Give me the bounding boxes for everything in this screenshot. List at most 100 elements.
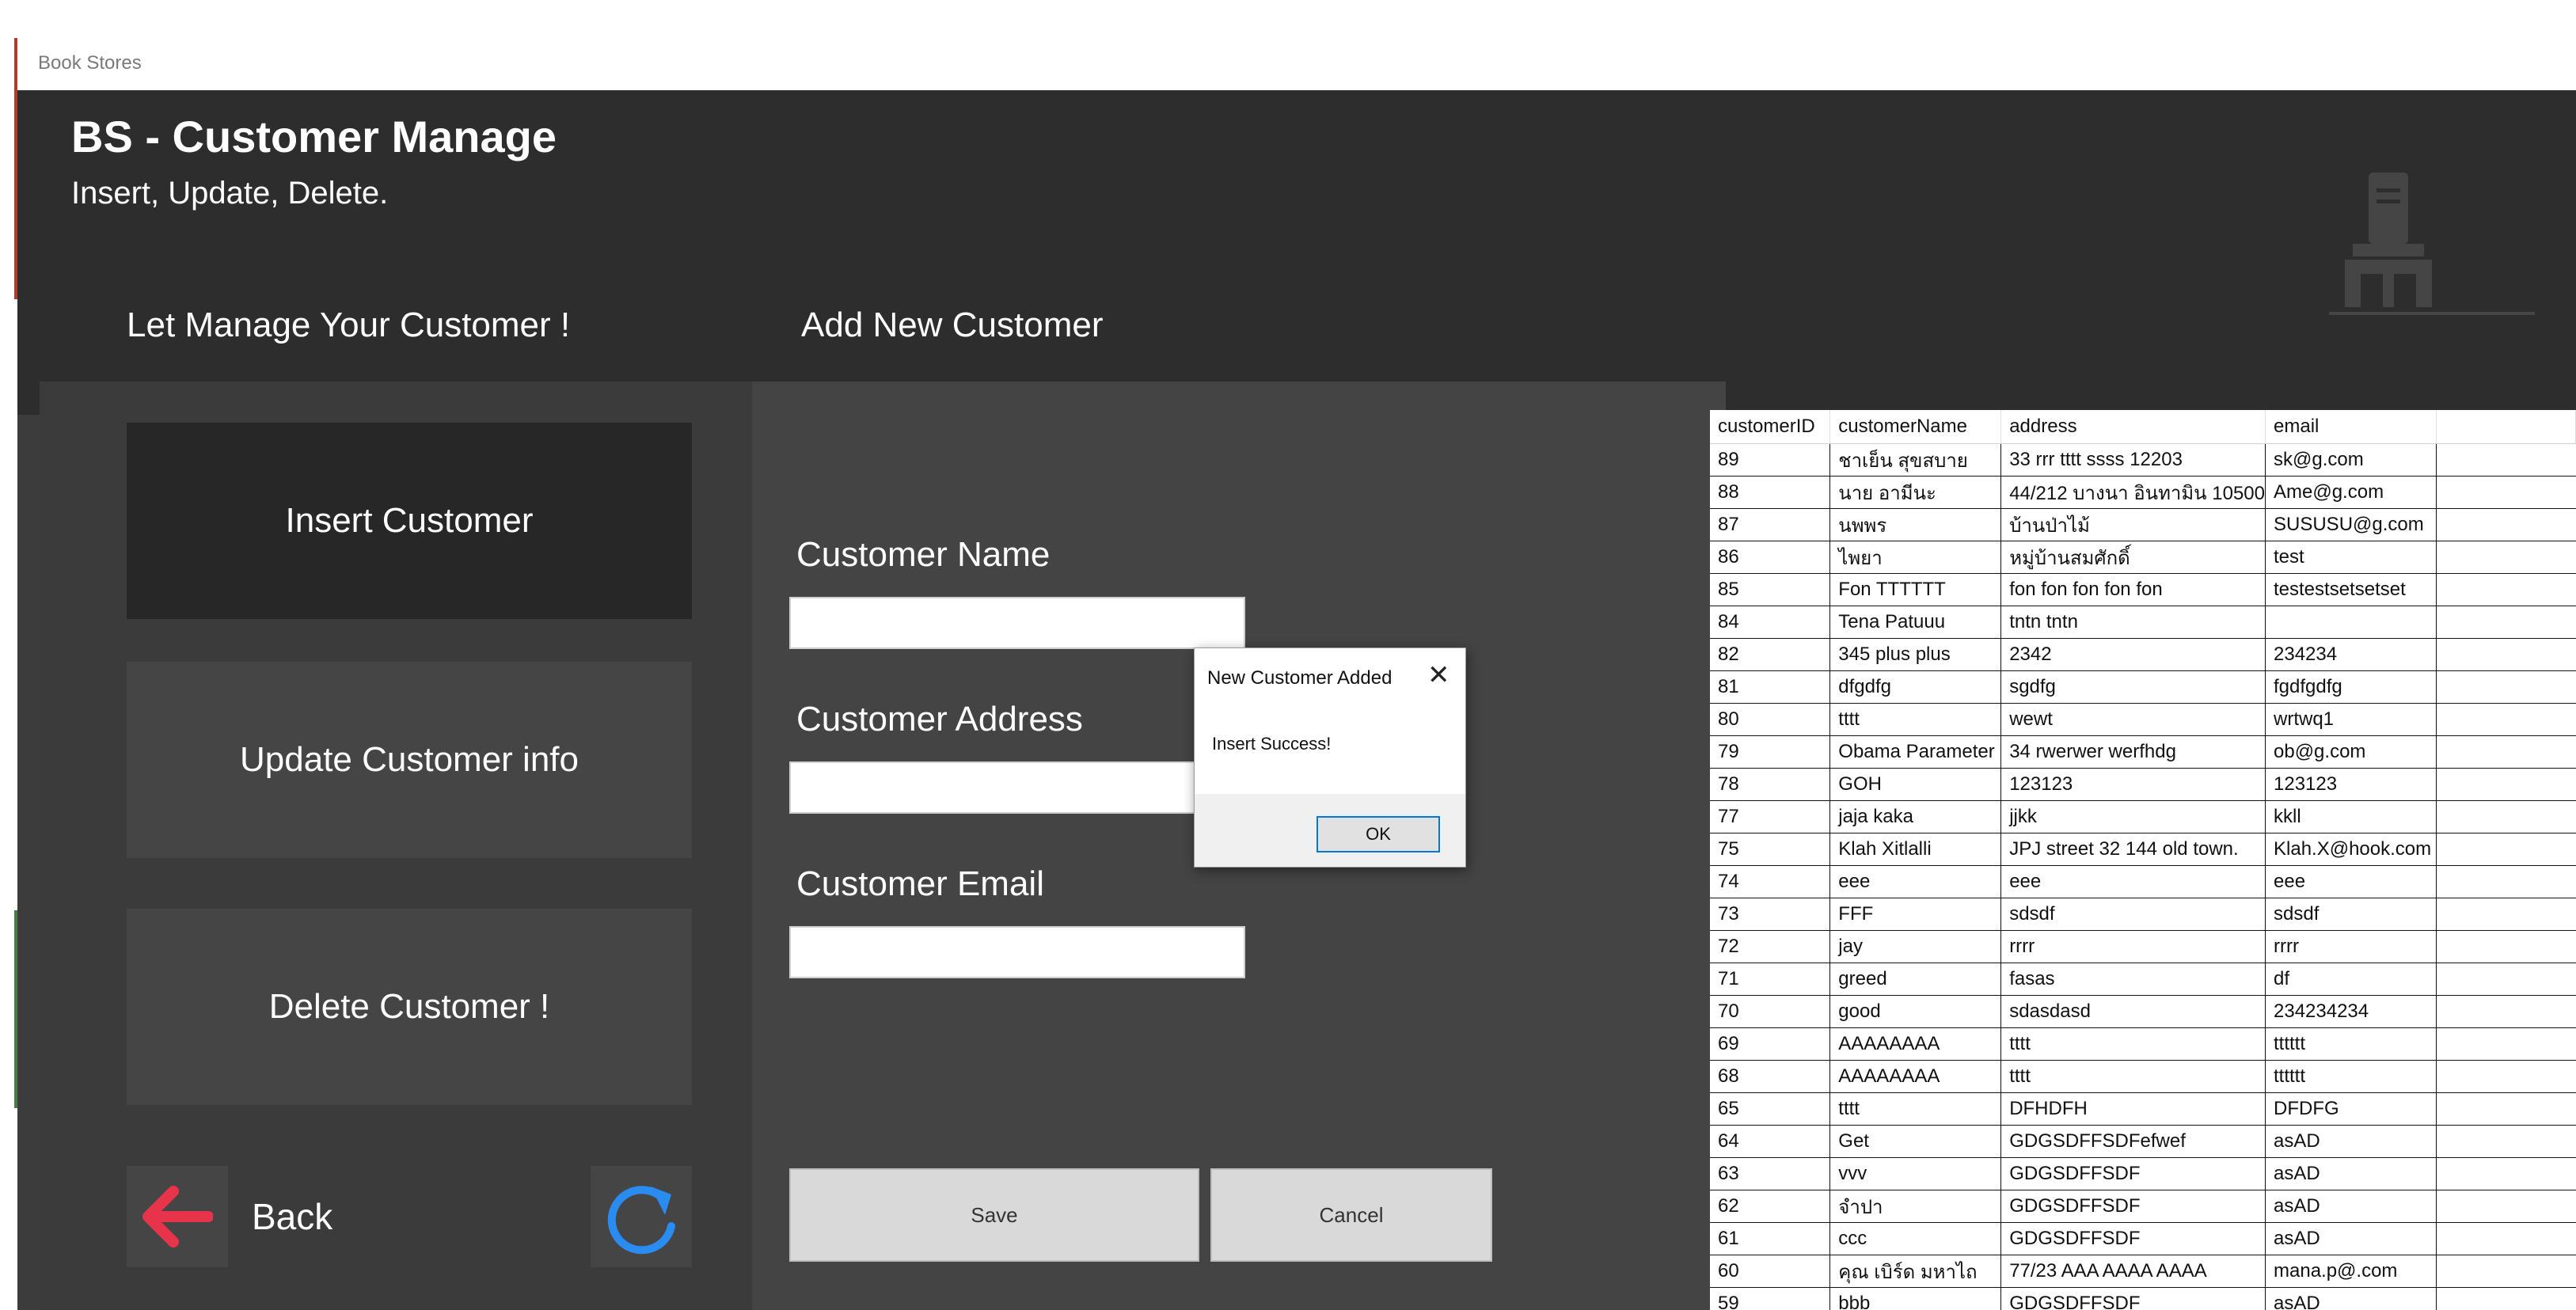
cell-address[interactable]: 123123 <box>2000 768 2266 801</box>
column-header-address[interactable]: address <box>2000 410 2266 444</box>
cell-customerid[interactable]: 89 <box>1710 443 1831 477</box>
cell-address[interactable]: JPJ street 32 144 old town. <box>2000 833 2266 866</box>
cell-customerid[interactable]: 87 <box>1710 508 1831 541</box>
cell-customername[interactable]: Tena Patuuu <box>1829 606 2002 639</box>
cell-customerid[interactable]: 61 <box>1710 1222 1831 1255</box>
cell-address[interactable]: sgdfg <box>2000 670 2266 704</box>
table-row[interactable]: 71 greed fasas df <box>1710 963 2576 996</box>
cell-customername[interactable]: greed <box>1829 963 2002 996</box>
cell-email[interactable]: rrrr <box>2265 930 2437 963</box>
cell-customername[interactable]: FFF <box>1829 898 2002 931</box>
column-header-customername[interactable]: customerName <box>1829 410 2002 444</box>
cell-address[interactable]: DFHDFH <box>2000 1092 2266 1126</box>
cell-address[interactable]: GDGSDFFSDFefwef <box>2000 1125 2266 1158</box>
table-row[interactable]: 72 jay rrrr rrrr <box>1710 930 2576 963</box>
cell-customerid[interactable]: 84 <box>1710 606 1831 639</box>
cell-customername[interactable]: AAAAAAAA <box>1829 1060 2002 1093</box>
cell-address[interactable]: sdsdf <box>2000 898 2266 931</box>
cell-customername[interactable]: jay <box>1829 930 2002 963</box>
table-row[interactable]: 69 AAAAAAAA tttt tttttt <box>1710 1027 2576 1061</box>
cell-address[interactable]: eee <box>2000 865 2266 898</box>
table-row[interactable]: 78 GOH 123123 123123 <box>1710 768 2576 801</box>
cell-customerid[interactable]: 70 <box>1710 995 1831 1028</box>
cell-customername[interactable]: ccc <box>1829 1222 2002 1255</box>
table-row[interactable]: 84 Tena Patuuu tntn tntn <box>1710 606 2576 639</box>
cell-address[interactable]: GDGSDFFSDF <box>2000 1287 2266 1310</box>
cell-address[interactable]: 33 rrr tttt ssss 12203 <box>2000 443 2266 477</box>
table-row[interactable]: 86 ไพยา หมู่บ้านสมศักดิ์ test <box>1710 541 2576 574</box>
save-button[interactable]: Save <box>789 1168 1199 1262</box>
update-customer-button[interactable]: Update Customer info <box>127 662 692 858</box>
title-bar[interactable]: Book Stores <box>17 38 2576 91</box>
cell-address[interactable]: tttt <box>2000 1060 2266 1093</box>
table-row[interactable]: 70 good sdasdasd 234234234 <box>1710 995 2576 1028</box>
cell-address[interactable]: GDGSDFFSDF <box>2000 1157 2266 1190</box>
cell-customername[interactable]: Obama Parameter <box>1829 735 2002 769</box>
cell-customername[interactable]: tttt <box>1829 703 2002 736</box>
table-row[interactable]: 68 AAAAAAAA tttt tttttt <box>1710 1060 2576 1093</box>
cell-email[interactable]: mana.p@.com <box>2265 1255 2437 1288</box>
cell-email[interactable]: Ame@g.com <box>2265 476 2437 509</box>
cell-customerid[interactable]: 65 <box>1710 1092 1831 1126</box>
cell-email[interactable]: tttttt <box>2265 1027 2437 1061</box>
cell-email[interactable]: asAD <box>2265 1157 2437 1190</box>
cell-address[interactable]: หมู่บ้านสมศักดิ์ <box>2000 541 2266 574</box>
table-row[interactable]: 64 Get GDGSDFFSDFefwef asAD <box>1710 1125 2576 1158</box>
cell-customerid[interactable]: 60 <box>1710 1255 1831 1288</box>
cell-email[interactable]: DFDFG <box>2265 1092 2437 1126</box>
cancel-button[interactable]: Cancel <box>1210 1168 1492 1262</box>
table-row[interactable]: 80 tttt wewt wrtwq1 <box>1710 703 2576 736</box>
table-row[interactable]: 63 vvv GDGSDFFSDF asAD <box>1710 1157 2576 1190</box>
cell-address[interactable]: บ้านป่าไม้ <box>2000 508 2266 541</box>
close-icon[interactable]: ✕ <box>1427 659 1450 691</box>
cell-customerid[interactable]: 64 <box>1710 1125 1831 1158</box>
table-row[interactable]: 79 Obama Parameter 34 rwerwer werfhdg ob@g.… <box>1710 735 2576 769</box>
cell-customerid[interactable]: 77 <box>1710 800 1831 833</box>
table-row[interactable]: 85 Fon TTTTTT fon fon fon fon fon testestse… <box>1710 573 2576 606</box>
column-header-email[interactable]: email <box>2265 410 2437 444</box>
back-button[interactable]: Back <box>127 1166 364 1267</box>
cell-address[interactable]: 34 rwerwer werfhdg <box>2000 735 2266 769</box>
cell-customerid[interactable]: 79 <box>1710 735 1831 769</box>
cell-customername[interactable]: Fon TTTTTT <box>1829 573 2002 606</box>
cell-customerid[interactable]: 59 <box>1710 1287 1831 1310</box>
cell-customerid[interactable]: 73 <box>1710 898 1831 931</box>
cell-address[interactable]: GDGSDFFSDF <box>2000 1222 2266 1255</box>
cell-email[interactable] <box>2265 606 2437 639</box>
cell-email[interactable]: 234234 <box>2265 638 2437 671</box>
cell-customername[interactable]: 345 plus plus <box>1829 638 2002 671</box>
cell-customername[interactable]: eee <box>1829 865 2002 898</box>
cell-customername[interactable]: tttt <box>1829 1092 2002 1126</box>
cell-email[interactable]: tttttt <box>2265 1060 2437 1093</box>
cell-customername[interactable]: Get <box>1829 1125 2002 1158</box>
customer-address-input[interactable] <box>789 761 1245 814</box>
customer-grid[interactable]: customerID customerName address email 89… <box>1710 410 2576 1310</box>
cell-address[interactable]: tntn tntn <box>2000 606 2266 639</box>
cell-address[interactable]: fasas <box>2000 963 2266 996</box>
cell-email[interactable]: kkll <box>2265 800 2437 833</box>
cell-email[interactable]: fgdfgdfg <box>2265 670 2437 704</box>
cell-customerid[interactable]: 71 <box>1710 963 1831 996</box>
cell-customername[interactable]: จำปา <box>1829 1190 2002 1223</box>
cell-address[interactable]: 2342 <box>2000 638 2266 671</box>
table-row[interactable]: 65 tttt DFHDFH DFDFG <box>1710 1092 2576 1126</box>
table-row[interactable]: 73 FFF sdsdf sdsdf <box>1710 898 2576 931</box>
cell-customername[interactable]: คุณ เบิร์ด มหาไถ <box>1829 1255 2002 1288</box>
refresh-button[interactable] <box>591 1166 692 1267</box>
cell-customername[interactable]: นาย อามีนะ <box>1829 476 2002 509</box>
cell-address[interactable]: GDGSDFFSDF <box>2000 1190 2266 1223</box>
cell-customerid[interactable]: 81 <box>1710 670 1831 704</box>
cell-customerid[interactable]: 63 <box>1710 1157 1831 1190</box>
table-row[interactable]: 89 ชาเย็น สุขสบาย 33 rrr tttt ssss 12203 sk… <box>1710 443 2576 477</box>
ok-button[interactable]: OK <box>1316 816 1440 852</box>
table-row[interactable]: 62 จำปา GDGSDFFSDF asAD <box>1710 1190 2576 1223</box>
cell-customername[interactable]: AAAAAAAA <box>1829 1027 2002 1061</box>
cell-customername[interactable]: GOH <box>1829 768 2002 801</box>
cell-address[interactable]: sdasdasd <box>2000 995 2266 1028</box>
cell-customerid[interactable]: 88 <box>1710 476 1831 509</box>
cell-customername[interactable]: good <box>1829 995 2002 1028</box>
cell-customerid[interactable]: 75 <box>1710 833 1831 866</box>
cell-email[interactable]: sk@g.com <box>2265 443 2437 477</box>
table-row[interactable]: 74 eee eee eee <box>1710 865 2576 898</box>
cell-customerid[interactable]: 68 <box>1710 1060 1831 1093</box>
